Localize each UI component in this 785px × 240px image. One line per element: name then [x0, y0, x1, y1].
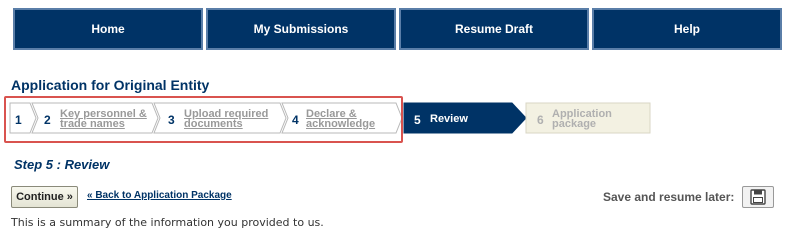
- step-heading: Step 5 : Review: [14, 157, 110, 172]
- step-6-label: Application package: [552, 109, 612, 130]
- completed-steps-highlight: [4, 96, 403, 143]
- step-6-number: 6: [537, 113, 544, 127]
- step-5-label: Review: [430, 113, 468, 125]
- top-navigation: Home My Submissions Resume Draft Help: [0, 8, 785, 50]
- nav-home-button[interactable]: Home: [13, 8, 203, 50]
- floppy-disk-icon: [750, 189, 766, 205]
- nav-my-submissions-button[interactable]: My Submissions: [206, 8, 396, 50]
- back-to-application-package-link[interactable]: « Back to Application Package: [87, 190, 232, 201]
- summary-text: This is a summary of the information you…: [11, 216, 324, 229]
- nav-resume-draft-button[interactable]: Resume Draft: [399, 8, 589, 50]
- step-6-label-line2: package: [552, 118, 597, 130]
- page-title: Application for Original Entity: [11, 77, 210, 93]
- save-resume-label: Save and resume later:: [603, 190, 735, 204]
- continue-button[interactable]: Continue »: [11, 186, 78, 208]
- step-5-number: 5: [414, 113, 421, 127]
- nav-help-button[interactable]: Help: [592, 8, 782, 50]
- save-button[interactable]: [742, 186, 774, 208]
